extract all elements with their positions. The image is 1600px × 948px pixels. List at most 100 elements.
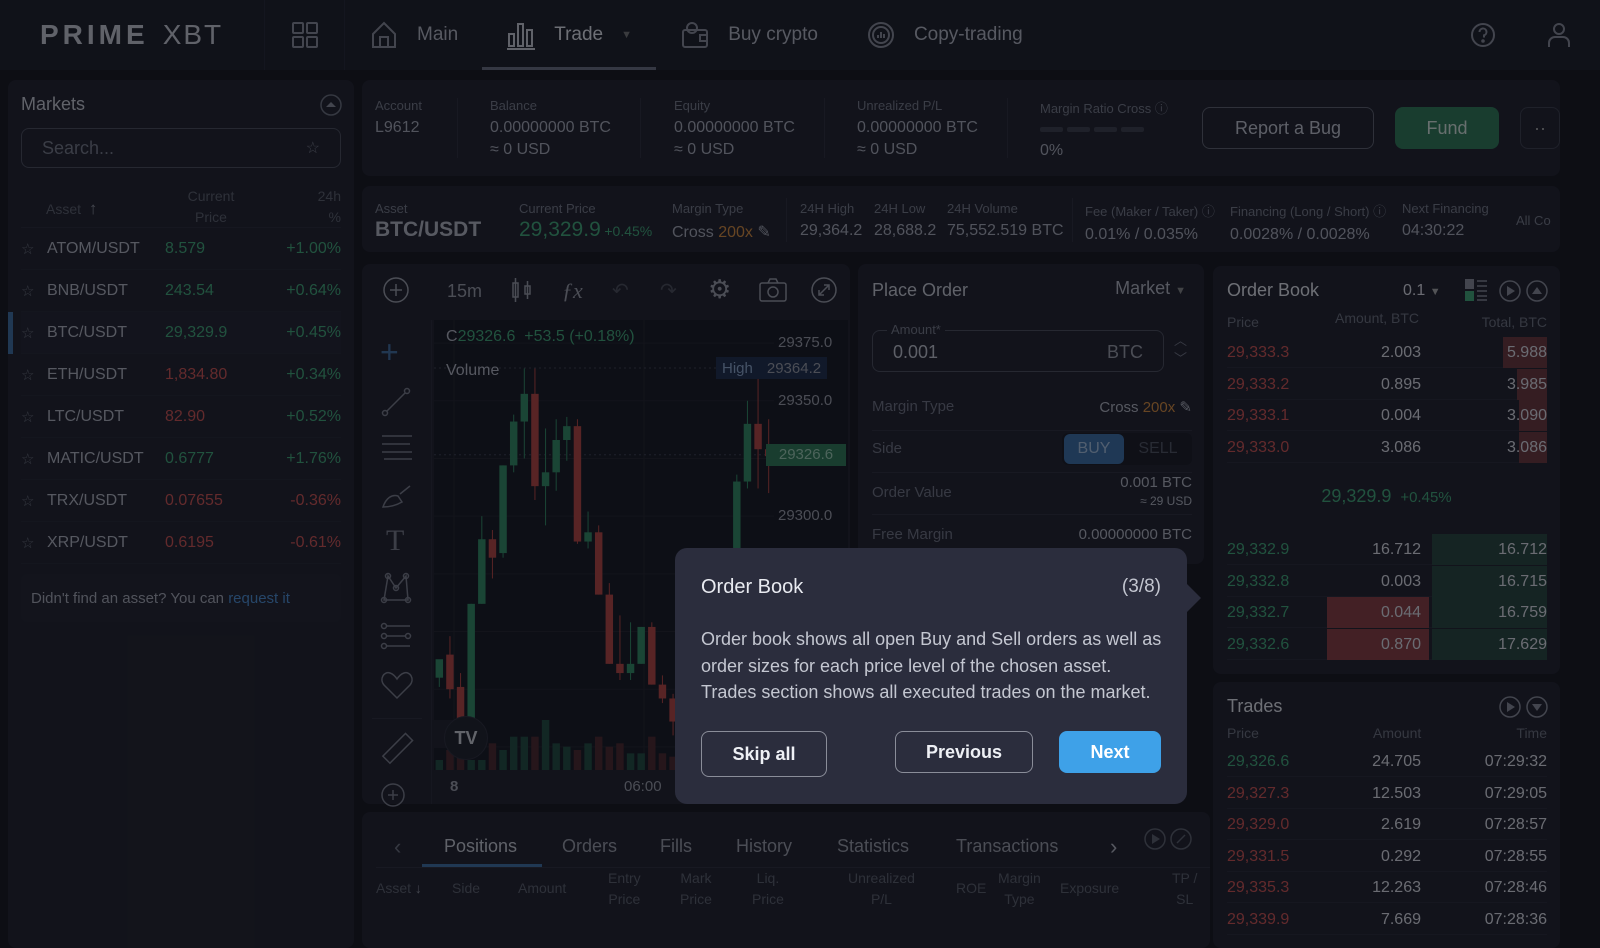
ask-row[interactable]: 29,333.0 3.086 3.086 <box>1227 431 1547 463</box>
candle-type-icon[interactable] <box>510 276 534 304</box>
fullscreen-icon[interactable] <box>810 276 838 304</box>
collapse-up-icon[interactable] <box>1526 280 1548 302</box>
col-asset[interactable]: Asset ↑ <box>46 199 97 219</box>
favorite-star-icon[interactable]: ☆ <box>21 492 47 510</box>
market-row[interactable]: ☆ XRP/USDT 0.6195 -0.61% <box>21 522 341 564</box>
positions-col-header[interactable]: Liq. Price <box>752 868 784 910</box>
bid-row[interactable]: 29,332.7 0.044 16.759 <box>1227 597 1547 628</box>
play-icon[interactable] <box>1499 696 1521 718</box>
play-icon[interactable] <box>1144 828 1166 850</box>
add-indicator-icon[interactable] <box>382 276 410 304</box>
zoom-in-icon[interactable] <box>380 782 406 808</box>
market-row[interactable]: ☆ MATIC/USDT 0.6777 +1.76% <box>21 438 341 480</box>
favorites-star-icon[interactable]: ☆ <box>306 138 320 158</box>
play-icon[interactable] <box>1499 280 1521 302</box>
tabs-scroll-left[interactable]: ‹ <box>394 834 401 860</box>
market-row[interactable]: ☆ LTC/USDT 82.90 +0.52% <box>21 396 341 438</box>
indicators-fx-icon[interactable]: ƒx <box>562 278 583 304</box>
all-contracts-link[interactable]: All Co <box>1516 213 1556 228</box>
trendline-icon[interactable] <box>380 386 412 418</box>
help-icon[interactable] <box>1470 22 1496 48</box>
market-row[interactable]: ☆ BNB/USDT 243.54 +0.64% <box>21 270 341 312</box>
info-icon[interactable]: ⓘ <box>1373 204 1386 219</box>
positions-col-header[interactable]: Mark Price <box>680 868 712 910</box>
tab-positions[interactable]: Positions <box>444 836 517 857</box>
brush-icon[interactable] <box>380 480 414 510</box>
prediction-icon[interactable] <box>380 622 412 652</box>
expand-icon[interactable] <box>1170 828 1192 850</box>
nav-trade[interactable]: Trade ▼ <box>482 0 657 70</box>
market-row[interactable]: ☆ TRX/USDT 0.07655 -0.36% <box>21 480 341 522</box>
positions-col-header[interactable]: TP / SL <box>1172 868 1197 910</box>
crosshair-icon[interactable]: + <box>380 334 399 371</box>
order-type-dropdown[interactable]: Market ▼ <box>1115 278 1186 299</box>
positions-col-header[interactable]: Exposure <box>1060 878 1119 899</box>
ask-row[interactable]: 29,333.3 2.003 5.988 <box>1227 337 1547 368</box>
tab-history[interactable]: History <box>736 836 792 857</box>
info-icon[interactable]: ⓘ <box>1202 204 1215 219</box>
apps-grid-button[interactable] <box>265 0 345 70</box>
ask-row[interactable]: 29,333.2 0.895 3.985 <box>1227 368 1547 400</box>
favorite-star-icon[interactable]: ☆ <box>21 282 47 300</box>
interval-selector[interactable]: 15m <box>447 281 482 302</box>
book-view-icon[interactable] <box>1465 279 1487 301</box>
next-button[interactable]: Next <box>1059 731 1161 773</box>
positions-col-header[interactable]: Amount <box>518 878 566 899</box>
fib-lines-icon[interactable] <box>380 432 414 462</box>
more-button[interactable]: ·· <box>1520 107 1560 149</box>
positions-col-header[interactable]: Asset ↓ <box>376 878 422 899</box>
camera-icon[interactable] <box>758 276 788 304</box>
positions-col-header[interactable]: Side <box>452 878 480 899</box>
favorites-heart-icon[interactable] <box>380 670 414 700</box>
text-tool-icon[interactable]: T <box>386 524 404 558</box>
tradingview-logo[interactable]: TV <box>444 716 488 760</box>
user-icon[interactable] <box>1546 22 1572 48</box>
undo-icon[interactable]: ↶ <box>612 278 629 303</box>
favorite-star-icon[interactable]: ☆ <box>21 534 47 552</box>
favorite-star-icon[interactable]: ☆ <box>21 408 47 426</box>
amount-input[interactable]: Amount* 0.001 BTC <box>872 322 1164 372</box>
positions-col-header[interactable]: Margin Type <box>998 868 1041 910</box>
step-dropdown[interactable]: 0.1 ▼ <box>1403 282 1441 300</box>
chevron-up-icon[interactable]: ︿ <box>1174 333 1187 348</box>
tab-transactions[interactable]: Transactions <box>956 836 1058 857</box>
previous-button[interactable]: Previous <box>895 731 1033 773</box>
bid-row[interactable]: 29,332.8 0.003 16.715 <box>1227 565 1547 597</box>
logo[interactable]: PRIME XBT <box>0 0 265 70</box>
favorite-star-icon[interactable]: ☆ <box>21 450 47 468</box>
positions-col-header[interactable]: ROE <box>956 878 986 899</box>
tab-statistics[interactable]: Statistics <box>837 836 909 857</box>
sell-button[interactable]: SELL <box>1128 434 1188 464</box>
market-row[interactable]: ☆ BTC/USDT 29,329.9 +0.45% <box>8 312 341 354</box>
collapse-down-icon[interactable] <box>1526 696 1548 718</box>
ask-row[interactable]: 29,333.1 0.004 3.090 <box>1227 400 1547 431</box>
buy-button[interactable]: BUY <box>1064 434 1124 464</box>
nav-copy-trading[interactable]: Copy-trading <box>842 0 1047 70</box>
amount-stepper[interactable]: ︿ ﹀ <box>1174 332 1187 368</box>
favorite-star-icon[interactable]: ☆ <box>21 240 47 258</box>
report-bug-button[interactable]: Report a Bug <box>1202 107 1374 149</box>
redo-icon[interactable]: ↷ <box>660 278 677 303</box>
market-row[interactable]: ☆ ATOM/USDT 8.579 +1.00% <box>21 228 341 270</box>
bid-row[interactable]: 29,332.6 0.870 17.629 <box>1227 628 1547 660</box>
request-asset-link[interactable]: request it <box>228 590 290 607</box>
info-icon[interactable]: ⓘ <box>1155 101 1168 116</box>
favorite-star-icon[interactable]: ☆ <box>21 366 47 384</box>
positions-col-header[interactable]: Unrealized P/L <box>848 868 915 910</box>
ruler-icon[interactable] <box>380 732 414 766</box>
tab-orders[interactable]: Orders <box>562 836 617 857</box>
tab-fills[interactable]: Fills <box>660 836 692 857</box>
markets-search-input[interactable]: Search... ☆ <box>21 128 341 168</box>
chevron-down-icon[interactable]: ﹀ <box>1174 351 1187 366</box>
settings-gear-icon[interactable]: ⚙ <box>708 274 731 305</box>
nav-main[interactable]: Main <box>345 0 482 70</box>
edit-pencil-icon[interactable]: ✎ <box>757 224 770 241</box>
pattern-icon[interactable] <box>380 572 412 604</box>
edit-pencil-icon[interactable]: ✎ <box>1179 399 1192 416</box>
bid-row[interactable]: 29,332.9 16.712 16.712 <box>1227 534 1547 565</box>
fund-button[interactable]: Fund <box>1395 107 1499 149</box>
positions-col-header[interactable]: Entry Price <box>608 868 641 910</box>
tabs-scroll-right[interactable]: › <box>1110 834 1117 860</box>
nav-buy-crypto[interactable]: Buy crypto <box>656 0 842 70</box>
market-row[interactable]: ☆ ETH/USDT 1,834.80 +0.34% <box>21 354 341 396</box>
